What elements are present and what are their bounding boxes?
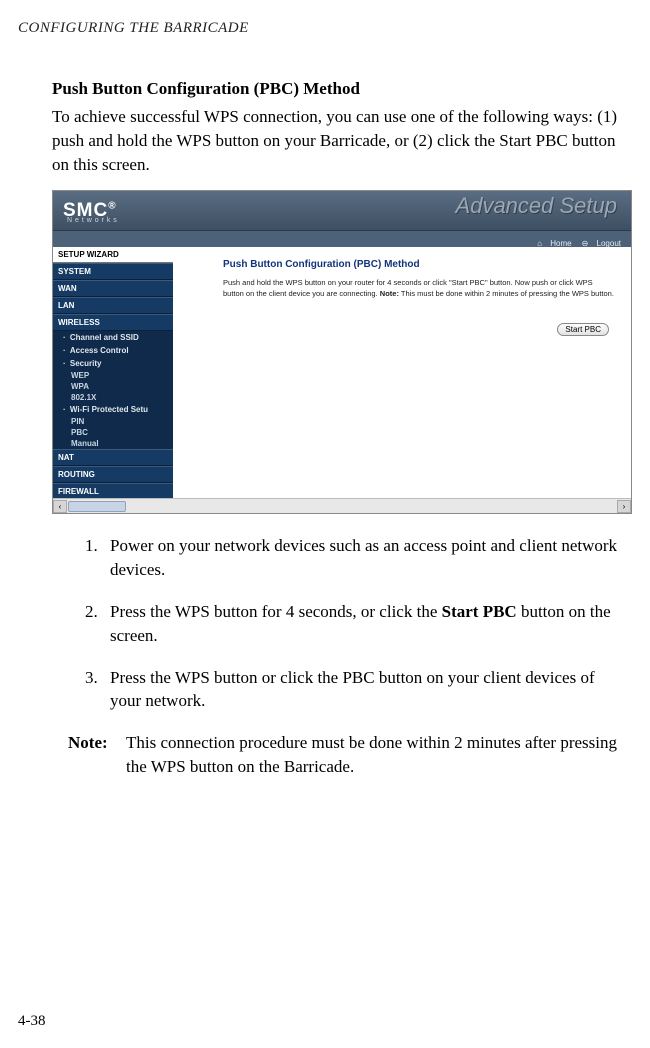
nav-wep[interactable]: WEP: [53, 370, 173, 381]
step-2a: Press the WPS button for 4 seconds, or c…: [110, 602, 442, 621]
nav-wps[interactable]: Wi-Fi Protected Setu: [53, 403, 173, 416]
content: Push Button Configuration (PBC) Method T…: [18, 79, 632, 779]
panel-text-b: This must be done within 2 minutes of pr…: [399, 289, 614, 298]
step-1: Power on your network devices such as an…: [102, 534, 630, 582]
nav-setup-wizard[interactable]: SETUP WIZARD: [53, 247, 173, 263]
logo-subtext: N e t w o r k s: [67, 217, 117, 224]
nav-pin[interactable]: PIN: [53, 416, 173, 427]
step-2b: Start PBC: [442, 602, 517, 621]
screenshot-body: SETUP WIZARD SYSTEM WAN LAN WIRELESS Cha…: [53, 247, 631, 498]
steps-list: Power on your network devices such as an…: [52, 534, 630, 713]
logo-reg-icon: ®: [108, 201, 116, 212]
nav-manual[interactable]: Manual: [53, 438, 173, 449]
intro-text: To achieve successful WPS connection, yo…: [52, 105, 630, 176]
sidebar-nav: SETUP WIZARD SYSTEM WAN LAN WIRELESS Cha…: [53, 247, 173, 498]
nav-channel-ssid[interactable]: Channel and SSID: [53, 331, 173, 344]
page-header: CONFIGURING THE BARRICADE: [18, 20, 632, 37]
nav-8021x[interactable]: 802.1X: [53, 392, 173, 403]
step-3: Press the WPS button or click the PBC bu…: [102, 666, 630, 714]
note: Note: This connection procedure must be …: [52, 731, 630, 779]
panel-instructions: Push and hold the WPS button on your rou…: [223, 278, 615, 298]
section-title: Push Button Configuration (PBC) Method: [52, 79, 630, 99]
horizontal-scrollbar[interactable]: ‹ ›: [53, 498, 631, 513]
scroll-right-arrow-icon[interactable]: ›: [617, 500, 631, 513]
start-pbc-button[interactable]: Start PBC: [557, 323, 609, 336]
nav-pbc[interactable]: PBC: [53, 427, 173, 438]
nav-wireless[interactable]: WIRELESS: [53, 314, 173, 331]
screenshot-toolbar: ⌂ Home ⊖ Logout: [53, 231, 631, 247]
scroll-thumb[interactable]: [68, 501, 126, 512]
nav-wpa[interactable]: WPA: [53, 381, 173, 392]
note-text: This connection procedure must be done w…: [126, 731, 630, 779]
page-number: 4-38: [18, 1013, 46, 1030]
nav-access-control[interactable]: Access Control: [53, 344, 173, 357]
banner-title: Advanced Setup: [456, 193, 617, 219]
nav-lan[interactable]: LAN: [53, 297, 173, 314]
nav-routing[interactable]: ROUTING: [53, 466, 173, 483]
note-label: Note:: [68, 731, 126, 779]
panel-text-note-label: Note:: [380, 289, 399, 298]
nav-security[interactable]: Security: [53, 357, 173, 370]
nav-wan[interactable]: WAN: [53, 280, 173, 297]
screenshot-header: SMC® N e t w o r k s Advanced Setup: [53, 191, 631, 231]
nav-nat[interactable]: NAT: [53, 449, 173, 466]
scroll-left-arrow-icon[interactable]: ‹: [53, 500, 67, 513]
nav-system[interactable]: SYSTEM: [53, 263, 173, 280]
step-2: Press the WPS button for 4 seconds, or c…: [102, 600, 630, 648]
screenshot-main-panel: Push Button Configuration (PBC) Method P…: [173, 247, 631, 498]
panel-title: Push Button Configuration (PBC) Method: [223, 259, 621, 270]
router-admin-screenshot: SMC® N e t w o r k s Advanced Setup ⌂ Ho…: [52, 190, 632, 514]
